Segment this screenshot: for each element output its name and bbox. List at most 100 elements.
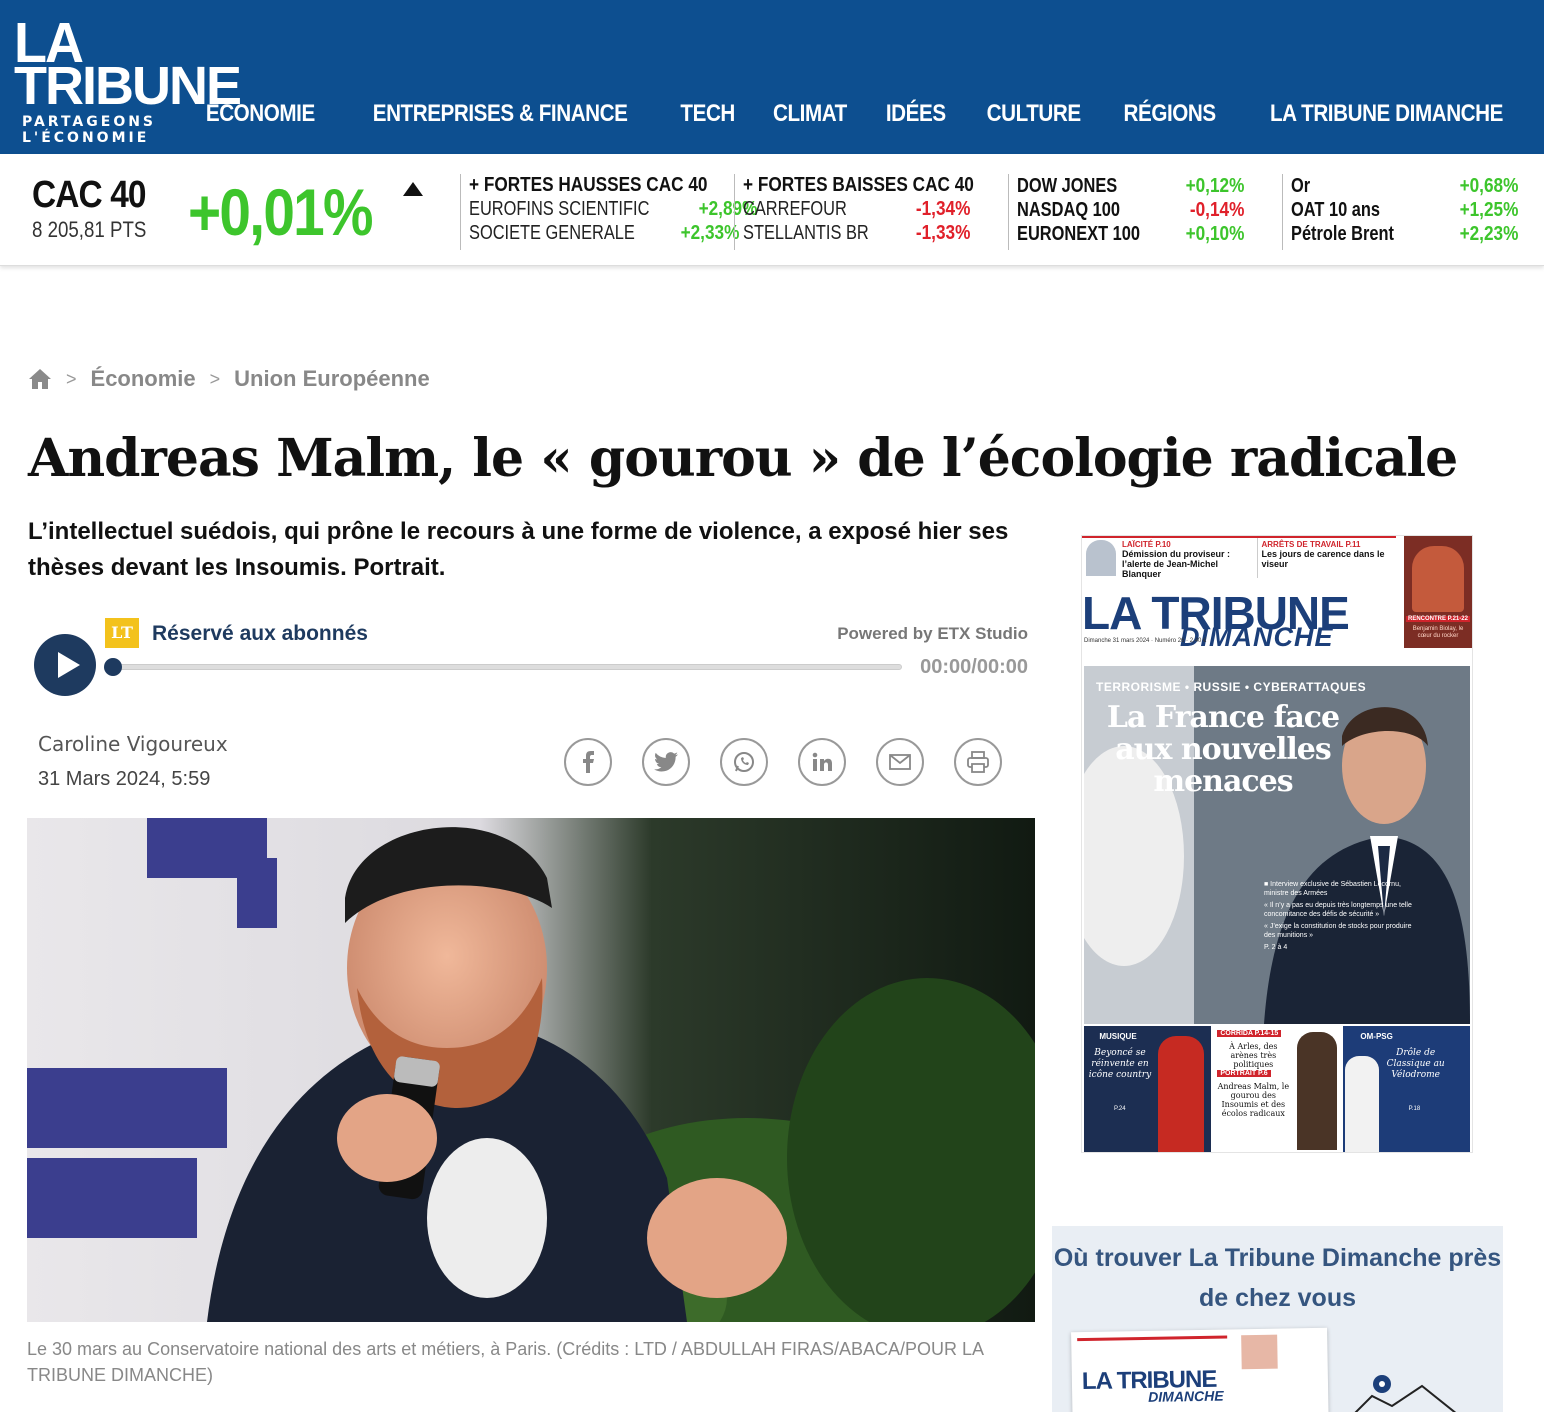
article-author[interactable]: Caroline Vigoureux bbox=[38, 732, 228, 756]
powered-by[interactable]: Powered by ETX Studio bbox=[837, 624, 1028, 644]
ticker-row: EUROFINS SCIENTIFIC +2,89% bbox=[469, 197, 757, 221]
audio-time: 00:00/00:00 bbox=[920, 656, 1028, 678]
site-header: LA TRIBUNE PARTAGEONS L'ÉCONOMIE ÉCONOMI… bbox=[0, 0, 1544, 154]
stock-name: STELLANTIS BR bbox=[743, 222, 869, 244]
facebook-icon[interactable] bbox=[564, 738, 612, 786]
cover-bottom-kicker: OM-PSG bbox=[1360, 1032, 1393, 1041]
cover-bottom-kicker: MUSIQUE bbox=[1099, 1032, 1137, 1041]
subscriber-label: Réservé aux abonnés bbox=[152, 622, 368, 645]
ad-title: Où trouver La Tribune Dimanche près de c… bbox=[1053, 1244, 1502, 1312]
ticker-row: Pétrole Brent +2,23% bbox=[1291, 222, 1518, 246]
cover-bottom-photo bbox=[1344, 1056, 1379, 1152]
cover-bottom-teaser: OM-PSG Drôle de Classique au Vélodrome P… bbox=[1342, 1026, 1470, 1152]
index-name: NASDAQ 100 bbox=[1017, 199, 1120, 221]
commodity-name: OAT 10 ans bbox=[1291, 199, 1381, 221]
ticker-row: Or +0,68% bbox=[1291, 174, 1518, 198]
article-photo-image bbox=[27, 818, 1035, 1322]
nav-item-climat[interactable]: CLIMAT bbox=[761, 100, 859, 128]
nav-item-economie[interactable]: ÉCONOMIE bbox=[194, 100, 327, 128]
nav-item-entreprises-finance[interactable]: ENTREPRISES & FINANCE bbox=[360, 100, 639, 128]
commodity-change: +1,25% bbox=[1459, 199, 1518, 221]
cover-rencontre-kicker: RENCONTRE P.21-22 bbox=[1406, 616, 1470, 622]
cover-bottom-photo bbox=[1297, 1032, 1338, 1150]
whatsapp-icon[interactable] bbox=[720, 738, 768, 786]
fortes-hausses[interactable]: + FORTES HAUSSES CAC 40 EUROFINS SCIENTI… bbox=[460, 174, 757, 250]
cover-main-story: TERRORISME • RUSSIE • CYBERATTAQUES La F… bbox=[1084, 666, 1470, 1024]
share-bar bbox=[564, 738, 1002, 786]
arrow-up-icon bbox=[403, 182, 423, 196]
breadcrumb-union-europeenne[interactable]: Union Européenne bbox=[234, 366, 430, 392]
email-icon[interactable] bbox=[876, 738, 924, 786]
print-icon[interactable] bbox=[954, 738, 1002, 786]
cac40-points: 8 205,81 PTS bbox=[32, 217, 147, 242]
nav-item-tech[interactable]: TECH bbox=[668, 100, 747, 128]
cover-bottom-page: P.24 bbox=[1114, 1106, 1126, 1112]
main-nav: ÉCONOMIE ENTREPRISES & FINANCE TECH CLIM… bbox=[183, 100, 1536, 128]
ticker-row: STELLANTIS BR -1,33% bbox=[743, 221, 970, 245]
newspaper-cover[interactable]: LAÏCITÉ P.10 Démission du proviseur : l’… bbox=[1082, 536, 1472, 1152]
breadcrumb: > Économie > Union Européenne bbox=[28, 366, 430, 392]
cover-bottom-teaser: CORRIDA P.14-15 À Arles, des arènes très… bbox=[1213, 1026, 1341, 1152]
cover-rencontre: RENCONTRE P.21-22 Benjamin Biolay, le cœ… bbox=[1404, 536, 1472, 648]
market-ticker: CAC 40 8 205,81 PTS +0,01% + FORTES HAUS… bbox=[0, 154, 1544, 266]
article-date: 31 Mars 2024, 5:59 bbox=[38, 768, 211, 790]
ad-newspaper-photo bbox=[1241, 1334, 1278, 1370]
breadcrumb-separator: > bbox=[66, 368, 77, 389]
index-change: +0,10% bbox=[1185, 223, 1244, 245]
cover-bottom-teaser: MUSIQUE Beyoncé se réinvente en icône co… bbox=[1084, 1026, 1212, 1152]
nav-item-culture[interactable]: CULTURE bbox=[974, 100, 1092, 128]
nav-item-regions[interactable]: RÉGIONS bbox=[1111, 100, 1227, 128]
photo-caption: Le 30 mars au Conservatoire national des… bbox=[27, 1339, 984, 1385]
index-name: DOW JONES bbox=[1017, 175, 1118, 197]
stock-change: -1,33% bbox=[915, 222, 970, 244]
twitter-icon[interactable] bbox=[642, 738, 690, 786]
nav-item-idees[interactable]: IDÉES bbox=[874, 100, 958, 128]
cover-bottom-kicker: PORTRAIT P.6 bbox=[1217, 1070, 1271, 1077]
cover-bottom-text: À Arles, des arènes très politiques bbox=[1229, 1042, 1278, 1069]
ad-newspaper-sub: DIMANCHE bbox=[1148, 1387, 1224, 1405]
commodity-change: +2,23% bbox=[1459, 223, 1518, 245]
cover-bottom-text: Drôle de Classique au Vélodrome bbox=[1386, 1048, 1445, 1080]
stock-change: +2,33% bbox=[680, 222, 740, 244]
lt-badge: LT bbox=[105, 618, 139, 648]
cover-teaser-photo bbox=[1086, 540, 1116, 576]
store-locator-ad[interactable]: Où trouver La Tribune Dimanche près de c… bbox=[1052, 1226, 1503, 1412]
cover-teaser: ARRÊTS DE TRAVAIL P.11 Les jours de care… bbox=[1258, 538, 1397, 578]
cac40-block[interactable]: CAC 40 8 205,81 PTS bbox=[32, 174, 167, 243]
breadcrumb-economie[interactable]: Économie bbox=[91, 366, 196, 392]
cover-bottom-kicker: CORRIDA P.14-15 bbox=[1217, 1030, 1282, 1037]
ticker-row: DOW JONES +0,12% bbox=[1017, 174, 1244, 198]
index-name: EURONEXT 100 bbox=[1017, 223, 1141, 245]
cover-bottom-photo bbox=[1158, 1036, 1204, 1152]
linkedin-icon[interactable] bbox=[798, 738, 846, 786]
cac40-change: +0,01% bbox=[188, 175, 373, 249]
article-lead: L’intellectuel suédois, qui prône le rec… bbox=[28, 518, 1009, 581]
cover-bottom-text: Beyoncé se réinvente en icône country bbox=[1088, 1048, 1152, 1080]
commodity-change: +0,68% bbox=[1459, 175, 1518, 197]
article-photo bbox=[27, 818, 1035, 1322]
map-pin-icon bbox=[1354, 1375, 1457, 1412]
fortes-baisses[interactable]: + FORTES BAISSES CAC 40 CARREFOUR -1,34% … bbox=[734, 174, 974, 250]
cover-top-teasers: LAÏCITÉ P.10 Démission du proviseur : l’… bbox=[1082, 536, 1397, 579]
nav-item-la-tribune-dimanche[interactable]: LA TRIBUNE DIMANCHE bbox=[1258, 100, 1515, 128]
fortes-baisses-heading: + FORTES BAISSES CAC 40 bbox=[743, 174, 974, 196]
commodities-block[interactable]: Or +0,68% OAT 10 ans +1,25% Pétrole Brent +… bbox=[1282, 174, 1518, 250]
indices-block[interactable]: DOW JONES +0,12% NASDAQ 100 -0,14% EURONEX… bbox=[1008, 174, 1244, 250]
cover-teaser-kicker: LAÏCITÉ P.10 bbox=[1122, 540, 1171, 549]
audio-progress-knob[interactable] bbox=[104, 658, 122, 676]
audio-progress-track[interactable] bbox=[108, 664, 902, 670]
commodity-name: Or bbox=[1291, 175, 1311, 197]
stock-name: CARREFOUR bbox=[743, 198, 847, 220]
stock-name: SOCIETE GENERALE bbox=[469, 222, 635, 244]
ticker-row: SOCIETE GENERALE +2,33% bbox=[469, 221, 740, 245]
audio-player: LT Réservé aux abonnés Powered by ETX St… bbox=[34, 614, 1034, 704]
stock-name: EUROFINS SCIENTIFIC bbox=[469, 198, 650, 220]
index-change: +0,12% bbox=[1185, 175, 1244, 197]
cover-teaser: LAÏCITÉ P.10 Démission du proviseur : l’… bbox=[1082, 538, 1258, 579]
ticker-row: CARREFOUR -1,34% bbox=[743, 197, 970, 221]
play-button[interactable] bbox=[34, 634, 96, 696]
article-title: Andreas Malm, le « gourou » de l’écologi… bbox=[28, 428, 1458, 489]
cover-rencontre-text: Benjamin Biolay, le cœur du rocker bbox=[1412, 626, 1464, 639]
cover-kicker: TERRORISME • RUSSIE • CYBERATTAQUES bbox=[1096, 680, 1367, 694]
home-icon[interactable] bbox=[28, 368, 52, 390]
